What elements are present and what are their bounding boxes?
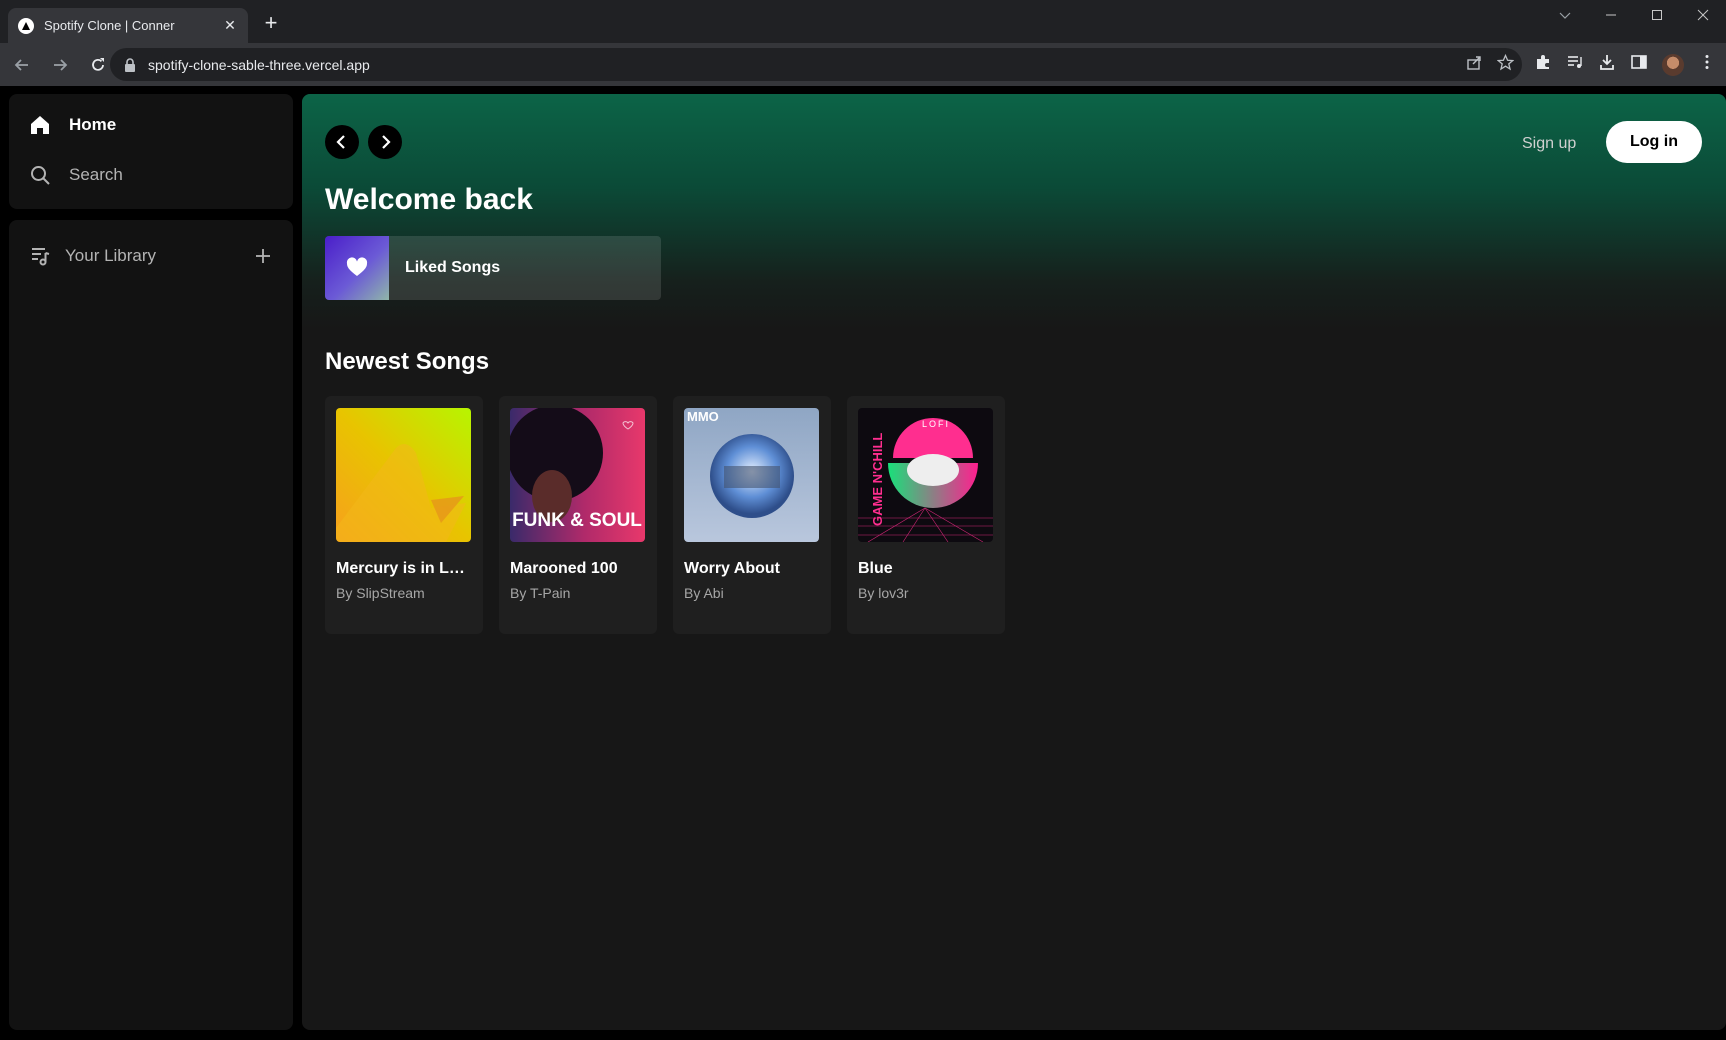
album-cover [336, 408, 471, 542]
browser-menu-icon[interactable] [1698, 53, 1716, 76]
liked-songs-label: Liked Songs [405, 259, 501, 276]
sidebar-nav: Home Search [9, 94, 293, 209]
library-icon [32, 248, 50, 266]
url-text: spotify-clone-sable-three.vercel.app [148, 56, 370, 73]
chevron-right-icon [382, 135, 391, 149]
library-panel: Your Library [9, 220, 293, 1030]
browser-forward-icon[interactable] [44, 49, 76, 81]
sidebar-item-label: Search [69, 165, 123, 184]
extensions-icon[interactable] [1534, 53, 1552, 76]
your-library-button[interactable]: Your Library [29, 244, 156, 268]
history-back-button[interactable] [325, 125, 359, 159]
sidebar-item-search[interactable]: Search [29, 164, 123, 186]
liked-songs-item[interactable]: Liked Songs [325, 236, 661, 300]
browser-toolbar: spotify-clone-sable-three.vercel.app [0, 43, 1726, 86]
song-title: Worry About [684, 560, 780, 577]
song-title: Mercury is in Le... [336, 560, 471, 577]
login-button[interactable]: Log in [1606, 121, 1702, 163]
home-icon [31, 116, 49, 134]
song-artist: By SlipStream [336, 585, 425, 601]
song-title: Marooned 100 [510, 560, 618, 577]
song-card[interactable]: LOFI GAME N'CHILL Blue By lov3r [847, 396, 1005, 634]
signup-button[interactable]: Sign up [1522, 135, 1576, 153]
section-title: Newest Songs [325, 348, 490, 375]
song-card[interactable]: MMO Worry About By Abi [673, 396, 831, 634]
vercel-favicon-icon [18, 17, 34, 34]
song-artist: By Abi [684, 585, 724, 601]
funk-soul-cover-text: FUNK & SOUL [512, 510, 642, 531]
chevron-left-icon [336, 135, 345, 149]
side-panel-icon[interactable] [1630, 53, 1648, 76]
liked-songs-cover [325, 236, 389, 300]
album-cover: LOFI GAME N'CHILL [858, 408, 993, 542]
add-playlist-icon[interactable] [253, 246, 273, 266]
lock-icon[interactable] [124, 57, 136, 72]
song-artist: By lov3r [858, 585, 909, 601]
media-control-icon[interactable] [1566, 53, 1584, 76]
new-tab-icon[interactable]: + [262, 12, 280, 34]
mmo-cover-text: MMO [687, 409, 719, 424]
download-icon[interactable] [1598, 53, 1616, 76]
window-controls [1542, 0, 1726, 30]
heart-icon [346, 257, 368, 276]
profile-avatar[interactable] [1662, 53, 1684, 76]
address-bar[interactable]: spotify-clone-sable-three.vercel.app [110, 48, 1522, 81]
song-title: Blue [858, 560, 893, 577]
album-cover: MMO [684, 408, 819, 542]
sidebar-item-home[interactable]: Home [29, 114, 116, 136]
history-forward-button[interactable] [368, 125, 402, 159]
album-cover: FUNK & SOUL [510, 408, 645, 542]
close-window-icon[interactable] [1680, 0, 1726, 30]
share-icon[interactable] [1466, 54, 1483, 76]
song-card[interactable]: Mercury is in Le... By SlipStream [325, 396, 483, 634]
song-grid: Mercury is in Le... By SlipStream FUNK &… [325, 396, 1005, 634]
page-title: Welcome back [325, 183, 533, 216]
game-n-chill-cover-text: GAME N'CHILL [870, 433, 885, 526]
library-label: Your Library [65, 246, 157, 265]
browser-titlebar: Spotify Clone | Conner ✕ + [0, 0, 1726, 43]
search-icon [31, 166, 50, 185]
maximize-icon[interactable] [1634, 0, 1680, 30]
bookmark-star-icon[interactable] [1496, 53, 1515, 76]
main-content: Sign up Log in Welcome back Liked Songs … [302, 94, 1726, 1030]
browser-back-icon[interactable] [6, 49, 38, 81]
browser-tab[interactable]: Spotify Clone | Conner ✕ [8, 8, 248, 43]
tab-title: Spotify Clone | Conner [44, 18, 175, 33]
sidebar-item-label: Home [69, 115, 117, 134]
tab-search-icon[interactable] [1542, 0, 1588, 30]
lofi-cover-text: LOFI [922, 419, 950, 429]
song-card[interactable]: FUNK & SOUL Marooned 100 By T-Pain [499, 396, 657, 634]
app-root: Home Search Your Library Sign up Log in … [0, 86, 1726, 1040]
minimize-icon[interactable] [1588, 0, 1634, 30]
tab-close-icon[interactable]: ✕ [222, 17, 238, 34]
song-artist: By T-Pain [510, 585, 571, 601]
